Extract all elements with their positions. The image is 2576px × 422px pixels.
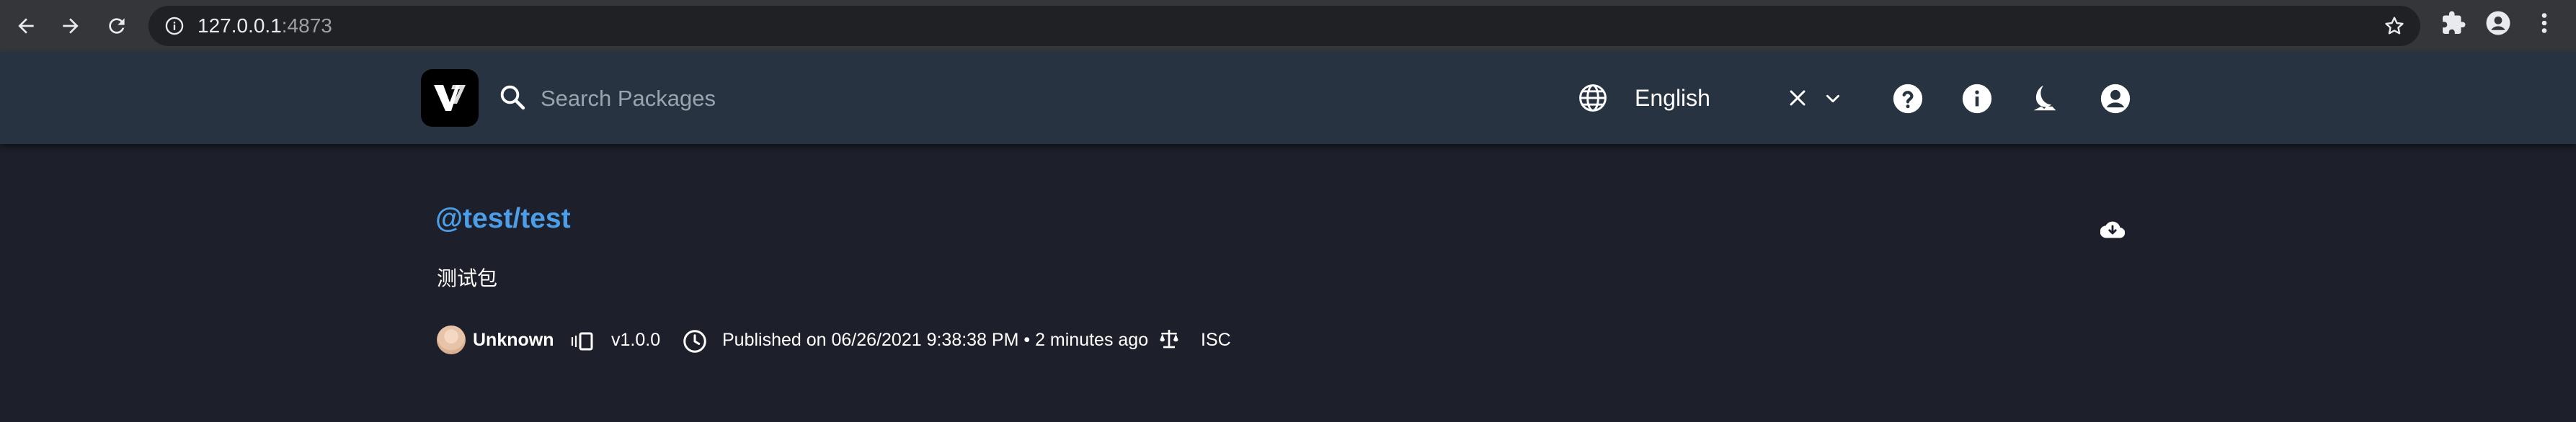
chevron-down-icon[interactable] bbox=[1824, 89, 1842, 112]
search-packages-input[interactable] bbox=[539, 81, 974, 117]
version-icon bbox=[571, 331, 594, 355]
extensions-icon[interactable] bbox=[2440, 10, 2466, 36]
package-license: ISC bbox=[1201, 330, 1231, 350]
clear-language-icon[interactable] bbox=[1785, 85, 1811, 115]
package-description: 测试包 bbox=[437, 267, 498, 289]
app-header: English bbox=[0, 52, 2576, 144]
info-icon[interactable] bbox=[1960, 82, 1994, 119]
address-bar[interactable]: 127.0.0.1:4873 bbox=[148, 6, 2420, 46]
language-select[interactable]: English bbox=[1635, 85, 1710, 112]
clock-icon bbox=[682, 328, 708, 358]
package-name-link[interactable]: @test/test bbox=[435, 203, 571, 235]
url-text: 127.0.0.1:4873 bbox=[197, 16, 332, 36]
bookmark-star-icon[interactable] bbox=[2383, 14, 2406, 37]
browser-menu-icon[interactable] bbox=[2537, 10, 2551, 36]
author-name[interactable]: Unknown bbox=[473, 326, 554, 354]
url-port: :4873 bbox=[281, 14, 332, 37]
account-icon[interactable] bbox=[2099, 82, 2132, 119]
package-version: v1.0.0 bbox=[611, 330, 661, 350]
theme-toggle-icon[interactable] bbox=[2028, 82, 2061, 119]
verdaccio-v-logo-icon bbox=[434, 85, 466, 111]
download-tarball-icon[interactable] bbox=[2100, 217, 2126, 246]
browser-toolbar: 127.0.0.1:4873 bbox=[0, 0, 2576, 52]
profile-icon[interactable] bbox=[2485, 10, 2511, 36]
site-info-icon[interactable] bbox=[164, 16, 185, 36]
globe-icon bbox=[1577, 82, 1609, 117]
author-avatar bbox=[437, 326, 466, 354]
search-icon bbox=[497, 82, 528, 116]
back-icon[interactable] bbox=[10, 10, 42, 42]
help-icon[interactable] bbox=[1891, 82, 1924, 119]
url-host: 127.0.0.1 bbox=[197, 14, 282, 37]
verdaccio-logo[interactable] bbox=[421, 69, 479, 127]
published-date: Published on 06/26/2021 9:38:38 PM • 2 m… bbox=[722, 330, 1149, 350]
reload-icon[interactable] bbox=[101, 10, 133, 42]
license-scale-icon bbox=[1158, 327, 1181, 354]
forward-icon[interactable] bbox=[55, 10, 86, 42]
